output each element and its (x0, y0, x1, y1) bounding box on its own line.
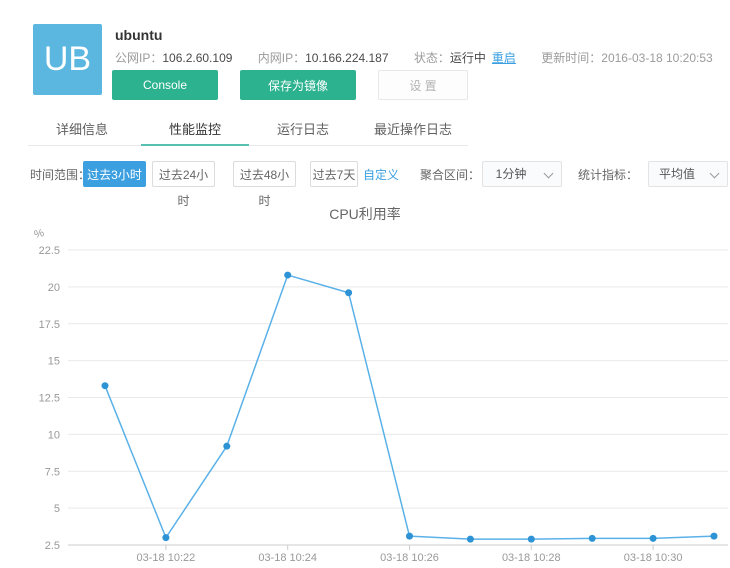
time-btn-past-3h[interactable]: 过去3小时 (83, 161, 146, 187)
metric-value: 平均值 (649, 162, 705, 186)
time-btn-past-48h[interactable]: 过去48小时 (233, 161, 296, 187)
aggregation-select[interactable]: 1分钟 (482, 161, 562, 187)
server-avatar: UB (33, 24, 102, 95)
tab-details[interactable]: 详细信息 (28, 115, 136, 144)
data-point (467, 536, 474, 543)
data-point (711, 533, 718, 540)
status-label: 状态： (414, 51, 450, 65)
y-tick-label: 5 (54, 503, 60, 515)
tab-performance-monitor[interactable]: 性能监控 (141, 115, 249, 146)
y-tick-label: 15 (48, 356, 60, 368)
x-tick-label: 03-18 10:28 (502, 552, 561, 564)
status: 状态：运行中重启 (414, 51, 516, 65)
data-point (589, 535, 596, 542)
time-btn-past-7d[interactable]: 过去7天 (310, 161, 358, 187)
y-tick-label: 17.5 (39, 319, 60, 331)
x-tick-label: 03-18 10:24 (258, 552, 317, 564)
updated-label: 更新时间： (541, 51, 601, 65)
aggregation-label: 聚合区间： (420, 162, 480, 188)
data-point (650, 535, 657, 542)
public-ip: 公网IP：106.2.60.109 (115, 51, 232, 65)
cpu-utilization-chart: % 2.5 5 7.5 10 12.5 15 17.5 20 22.5 03-18 10:22 03-… (0, 0, 730, 568)
time-btn-past-24h[interactable]: 过去24小时 (152, 161, 215, 187)
data-point (223, 443, 230, 450)
tab-run-logs[interactable]: 运行日志 (249, 115, 357, 144)
private-ip-label: 内网IP： (258, 51, 305, 65)
y-tick-label: 10 (48, 429, 60, 441)
data-point (406, 533, 413, 540)
y-axis-name: % (33, 227, 46, 241)
save-as-image-button[interactable]: 保存为镜像 (240, 70, 356, 100)
server-info-row: 公网IP：106.2.60.109 内网IP：10.166.224.187 状态… (115, 49, 730, 66)
time-range-label: 时间范围： (30, 162, 90, 188)
public-ip-value: 106.2.60.109 (162, 51, 232, 65)
private-ip: 内网IP：10.166.224.187 (258, 51, 389, 65)
console-button[interactable]: Console (112, 70, 218, 100)
server-monitor-page: % 2.5 5 7.5 10 12.5 15 17.5 20 22.5 03-18 10:22 03-… (0, 0, 730, 568)
restart-link[interactable]: 重启 (492, 51, 516, 65)
private-ip-value: 10.166.224.187 (305, 51, 388, 65)
y-tick-label: 12.5 (39, 393, 60, 405)
x-tick-label: 03-18 10:26 (380, 552, 439, 564)
status-value: 运行中 (450, 51, 486, 65)
settings-button[interactable]: 设 置 (378, 70, 468, 100)
metric-select[interactable]: 平均值 (648, 161, 728, 187)
y-tick-label: 2.5 (45, 540, 60, 552)
data-point (102, 382, 109, 389)
chevron-down-icon (544, 169, 554, 179)
tab-recent-operation-logs[interactable]: 最近操作日志 (357, 115, 469, 144)
cpu-usage-line (105, 275, 714, 539)
y-tick-label: 22.5 (39, 245, 60, 257)
y-tick-label: 7.5 (45, 466, 60, 478)
x-tick-label: 03-18 10:22 (137, 552, 196, 564)
y-tick-label: 20 (48, 282, 60, 294)
updated-value: 2016-03-18 10:20:53 (601, 51, 712, 65)
chevron-down-icon (710, 169, 720, 179)
public-ip-label: 公网IP： (115, 51, 162, 65)
data-point (162, 534, 169, 541)
server-name: ubuntu (115, 27, 162, 43)
data-point (345, 289, 352, 296)
x-tick-label: 03-18 10:30 (624, 552, 683, 564)
data-point (284, 272, 291, 279)
updated-time: 更新时间：2016-03-18 10:20:53 (541, 51, 712, 65)
data-point (528, 536, 535, 543)
metric-label: 统计指标： (578, 162, 638, 188)
custom-range-link[interactable]: 自定义 (363, 162, 399, 188)
chart-title: CPU利用率 (0, 204, 730, 224)
aggregation-value: 1分钟 (483, 162, 539, 186)
